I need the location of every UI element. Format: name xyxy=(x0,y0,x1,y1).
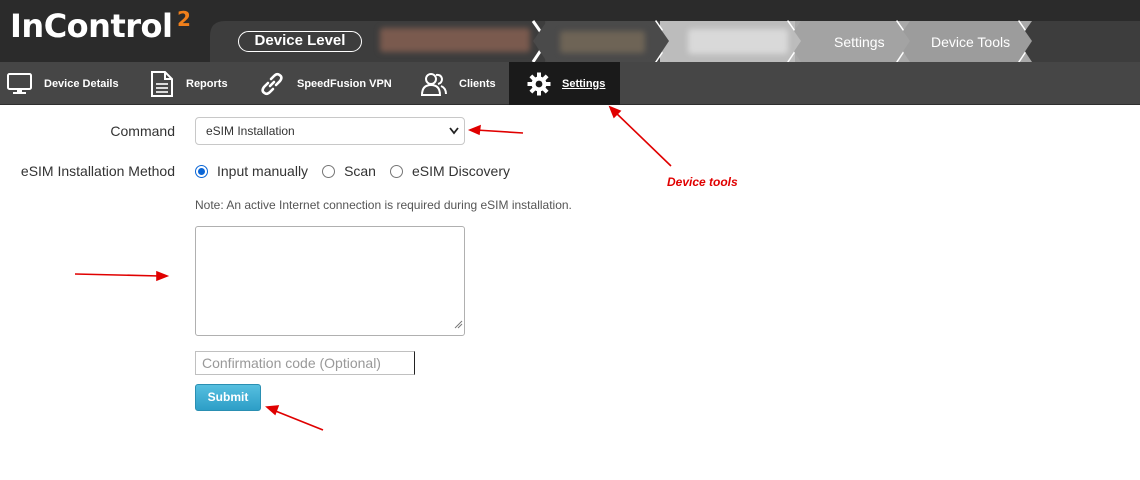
monitor-icon xyxy=(7,72,32,95)
nav-item-device-details[interactable]: Device Details xyxy=(7,62,119,105)
activation-code-textarea[interactable] xyxy=(195,226,465,336)
page: InControl 2 Device Level Settings Device… xyxy=(0,0,1140,480)
installation-note: Note: An active Internet connection is r… xyxy=(195,198,572,212)
radio-button[interactable] xyxy=(389,164,403,178)
main-nav: Device Details Reports SpeedFusion VPN C… xyxy=(0,62,1140,105)
nav-label: Reports xyxy=(186,77,228,90)
users-icon xyxy=(421,72,447,96)
arrow-head xyxy=(467,124,481,136)
nav-item-clients[interactable]: Clients xyxy=(421,62,496,105)
radio-button[interactable] xyxy=(322,164,336,178)
nav-label: SpeedFusion VPN xyxy=(297,77,392,90)
command-select[interactable]: eSIM Installation xyxy=(195,117,465,145)
link-icon xyxy=(259,71,285,97)
command-select-value: eSIM Installation xyxy=(206,124,295,138)
logo-text: InControl xyxy=(10,7,173,45)
document-icon xyxy=(150,70,174,97)
nav-item-settings[interactable]: Settings xyxy=(509,62,620,105)
annotation-device-tools: Device tools xyxy=(667,175,738,189)
submit-button[interactable]: Submit xyxy=(195,384,261,411)
breadcrumb-item-redacted-1[interactable] xyxy=(380,28,530,52)
radio-option-input-manually[interactable]: Input manually xyxy=(195,163,308,179)
logo-superscript: 2 xyxy=(177,7,191,31)
nav-label: Clients xyxy=(459,77,496,90)
breadcrumb-item-redacted-2[interactable] xyxy=(560,31,645,53)
nav-label: Settings xyxy=(562,77,606,90)
method-label: eSIM Installation Method xyxy=(20,163,175,179)
confirmation-code-input[interactable]: Confirmation code (Optional) xyxy=(195,351,415,375)
resize-grip-icon[interactable] xyxy=(453,316,463,334)
confirmation-code-placeholder: Confirmation code (Optional) xyxy=(202,355,381,371)
command-label: Command xyxy=(110,123,175,139)
device-level-pill[interactable]: Device Level xyxy=(238,31,362,52)
radio-label: Input manually xyxy=(217,163,309,179)
radio-option-esim-discovery[interactable]: eSIM Discovery xyxy=(389,163,511,179)
nav-item-reports[interactable]: Reports xyxy=(150,62,228,105)
app-logo[interactable]: InControl xyxy=(10,6,173,46)
radio-label: Scan xyxy=(344,163,376,179)
radio-option-scan[interactable]: Scan xyxy=(322,163,376,179)
chevron-down-icon xyxy=(449,118,459,153)
radio-button[interactable] xyxy=(195,164,208,178)
breadcrumb-item-settings[interactable]: Settings xyxy=(834,34,885,50)
method-radio-group: Input manually Scan eSIM Discovery xyxy=(195,163,524,179)
radio-label: eSIM Discovery xyxy=(411,163,511,179)
nav-item-speedfusion-vpn[interactable]: SpeedFusion VPN xyxy=(259,62,392,105)
breadcrumb-item-device-tools[interactable]: Device Tools xyxy=(931,34,1010,50)
nav-label: Device Details xyxy=(44,77,119,90)
breadcrumb-item-redacted-3[interactable] xyxy=(688,29,788,54)
gear-icon xyxy=(527,72,551,96)
